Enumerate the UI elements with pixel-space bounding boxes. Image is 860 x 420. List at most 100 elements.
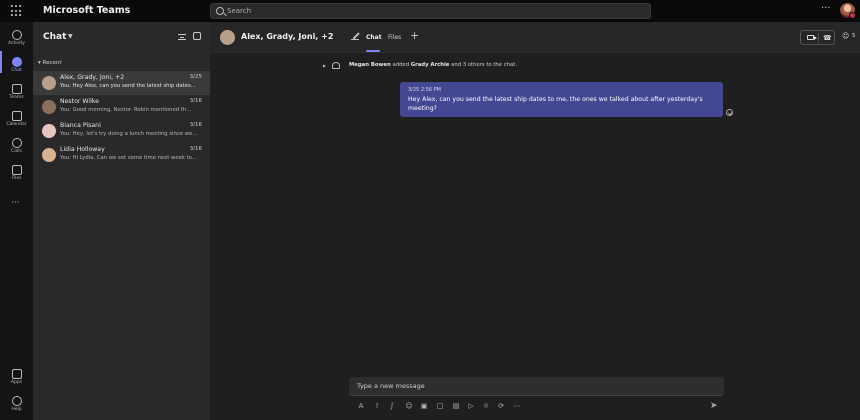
avatar	[42, 148, 56, 162]
more-options-icon[interactable]: ···	[821, 3, 831, 14]
compose-box[interactable]	[349, 377, 724, 396]
chat-item-preview: You: Hey, let's try doing a lunch meetin…	[60, 131, 198, 137]
rail-item-teams[interactable]: Teams	[0, 80, 33, 108]
sticker-icon[interactable]: □	[435, 402, 445, 410]
message-input[interactable]	[357, 380, 712, 392]
file-icon	[11, 165, 22, 175]
tab-chat[interactable]: Chat	[366, 34, 382, 41]
chat-item-nestor[interactable]: Nestor Wilke 3/16 You: Good morning, Nes…	[33, 95, 210, 119]
system-target: Grady Archie	[410, 62, 450, 68]
read-receipt-icon	[726, 109, 733, 116]
chevron-down-icon[interactable]: ▼	[68, 33, 73, 40]
video-call-icon[interactable]	[807, 35, 817, 40]
rail-label: Help	[11, 407, 22, 412]
rail-item-files[interactable]: Files	[0, 161, 33, 189]
top-bar: Microsoft Teams ···	[0, 0, 860, 22]
message-text: Hey Alex, can you send the latest ship d…	[408, 96, 703, 112]
avatar	[42, 100, 56, 114]
chat-icon	[11, 57, 22, 67]
rail-item-activity[interactable]: Activity	[0, 26, 33, 54]
schedule-meeting-icon[interactable]: ▤	[451, 402, 461, 410]
rail-item-calls[interactable]: Calls	[0, 134, 33, 162]
edit-icon[interactable]	[351, 32, 359, 40]
chat-item-name: Alex, Grady, Joni, +2	[60, 74, 125, 81]
rail-label: Files	[11, 176, 22, 181]
participant-count[interactable]: 5	[852, 33, 856, 39]
emoji-icon[interactable]: ☺	[404, 402, 414, 410]
bell-icon	[11, 30, 22, 40]
app-rail: Activity Chat Teams Calendar Calls Files…	[0, 22, 33, 420]
avatar	[42, 124, 56, 138]
chat-item-date: 3/16	[189, 122, 202, 128]
search-icon	[216, 7, 224, 15]
system-actor: Megan Bowen	[349, 62, 391, 68]
important-icon[interactable]: !	[372, 402, 382, 410]
gif-icon[interactable]: ▣	[419, 402, 429, 410]
calendar-icon	[11, 111, 22, 121]
rail-label: Teams	[9, 95, 24, 100]
rail-label: Chat	[11, 68, 22, 73]
section-label: Recent	[42, 60, 62, 66]
attach-icon[interactable]: ∫	[387, 402, 397, 410]
format-icon[interactable]: A	[356, 402, 366, 410]
conversation-title[interactable]: Alex, Grady, Joni, +2	[241, 32, 333, 41]
search-input[interactable]	[227, 5, 637, 17]
stream-icon[interactable]: ▷	[466, 402, 476, 410]
app-title: Microsoft Teams	[43, 5, 131, 16]
add-tab-icon[interactable]: +	[410, 29, 419, 42]
send-icon[interactable]: ➤	[710, 401, 718, 411]
new-chat-icon[interactable]	[193, 32, 201, 40]
avatar[interactable]	[220, 30, 235, 45]
conversation-header: Alex, Grady, Joni, +2 Chat Files + ☎ ☺ 5	[210, 22, 860, 53]
expand-caret-icon[interactable]: ▶	[323, 63, 326, 68]
more-apps-icon[interactable]: ···	[11, 198, 20, 208]
system-verb: added	[390, 62, 411, 68]
chat-item-preview: You: Hey Alex, can you send the latest s…	[60, 83, 196, 89]
rail-label: Activity	[8, 41, 25, 46]
system-rest: and 3 others to the chat.	[449, 62, 518, 68]
chat-item-name: Bianca Pisani	[60, 122, 101, 129]
chat-item-lidia[interactable]: Lidia Holloway 3/16 You: Hi Lydia, Can w…	[33, 143, 210, 167]
chat-item-name: Nestor Wilke	[60, 98, 99, 105]
conversation-pane: Alex, Grady, Joni, +2 Chat Files + ☎ ☺ 5…	[210, 22, 860, 420]
audio-call-icon[interactable]: ☎	[823, 34, 832, 42]
message-bubble[interactable]: 3/25 2:56 PM Hey Alex, can you send the …	[400, 82, 723, 117]
help-icon	[11, 396, 22, 406]
praise-icon[interactable]: ☼	[481, 402, 491, 410]
more-actions-icon[interactable]: ⋯	[512, 402, 522, 410]
system-message: Megan Bowen added Grady Archie and 3 oth…	[349, 62, 517, 68]
chat-item-preview: You: Good morning, Nestor. Robin mention…	[60, 107, 192, 113]
phone-icon	[11, 138, 22, 148]
divider	[818, 33, 819, 43]
app-launcher-icon[interactable]	[11, 5, 23, 17]
profile-avatar[interactable]	[840, 3, 856, 19]
rail-item-calendar[interactable]: Calendar	[0, 107, 33, 135]
chat-item-bianca[interactable]: Bianca Pisani 3/16 You: Hey, let's try d…	[33, 119, 210, 143]
chat-item-group[interactable]: Alex, Grady, Joni, +2 3/25 You: Hey Alex…	[33, 71, 210, 95]
call-buttons: ☎	[800, 30, 835, 45]
teams-icon	[11, 84, 22, 94]
rail-item-help[interactable]: Help	[0, 392, 33, 420]
section-header-recent[interactable]: ▾ Recent	[38, 60, 62, 66]
filter-icon[interactable]	[178, 34, 186, 40]
chat-list-title: Chat	[43, 32, 67, 42]
rail-item-apps[interactable]: Apps	[0, 365, 33, 393]
loop-icon[interactable]: ⟳	[496, 402, 506, 410]
chat-item-date: 3/16	[189, 98, 202, 104]
chat-list-pane: Chat ▼ ▾ Recent Alex, Grady, Joni, +2 3/…	[33, 22, 210, 420]
apps-icon	[11, 369, 22, 379]
rail-item-chat[interactable]: Chat	[0, 53, 33, 81]
chat-item-date: 3/25	[189, 74, 202, 80]
people-icon[interactable]: ☺	[842, 32, 849, 40]
tab-files[interactable]: Files	[388, 34, 401, 41]
chat-item-date: 3/16	[189, 146, 202, 152]
rail-label: Apps	[10, 380, 23, 385]
tab-active-indicator	[366, 50, 380, 52]
person-add-icon	[332, 62, 340, 69]
rail-label: Calls	[11, 149, 22, 154]
chat-item-name: Lidia Holloway	[60, 146, 105, 153]
rail-label: Calendar	[6, 122, 27, 127]
avatar	[42, 76, 56, 90]
chat-item-preview: You: Hi Lydia, Can we set some time next…	[60, 155, 197, 161]
search-box[interactable]	[210, 3, 651, 19]
